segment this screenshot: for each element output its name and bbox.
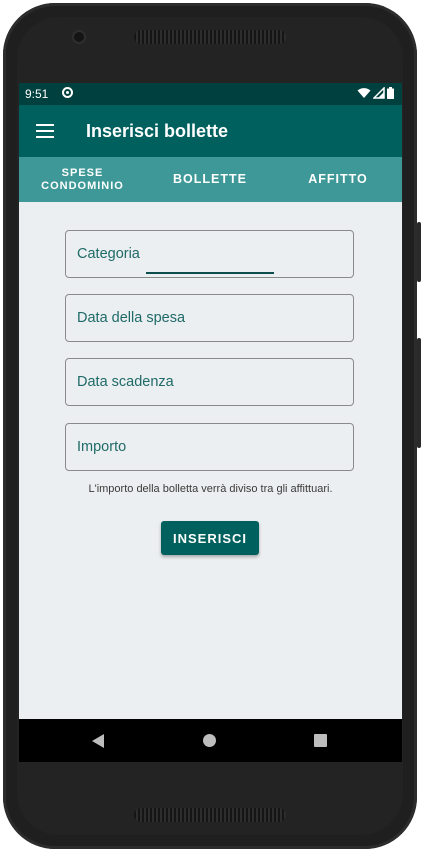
- hamburger-menu-icon[interactable]: [36, 124, 54, 138]
- front-camera: [74, 32, 84, 42]
- submit-button[interactable]: INSERISCI: [161, 521, 259, 555]
- tab-label-line1: SPESE: [61, 166, 104, 179]
- power-button: [417, 222, 421, 282]
- top-speaker: [134, 30, 286, 44]
- due-date-input[interactable]: [66, 359, 353, 405]
- back-icon[interactable]: [92, 734, 104, 748]
- due-date-field: [65, 358, 354, 406]
- tab-spese-condominio[interactable]: SPESE CONDOMINIO: [19, 157, 146, 202]
- recents-icon[interactable]: [314, 734, 327, 747]
- signal-icon: [373, 87, 385, 99]
- app-bar: Inserisci bollette: [19, 105, 402, 157]
- amount-field: [65, 423, 354, 471]
- status-icons: [357, 87, 394, 99]
- navigation-bar: [19, 719, 402, 762]
- wifi-icon: [357, 88, 371, 98]
- tab-label: AFFITTO: [308, 172, 368, 186]
- sync-icon: [62, 87, 73, 98]
- battery-icon: [387, 87, 394, 99]
- home-icon[interactable]: [203, 734, 216, 747]
- tab-bar: SPESE CONDOMINIO BOLLETTE AFFITTO: [19, 157, 402, 274]
- tab-affitto[interactable]: AFFITTO: [274, 157, 402, 202]
- tab-label: BOLLETTE: [173, 172, 247, 186]
- tab-label-line2: CONDOMINIO: [41, 179, 124, 192]
- status-bar: 9:51: [19, 83, 402, 105]
- tab-bollette[interactable]: BOLLETTE: [146, 157, 274, 202]
- amount-input[interactable]: [66, 424, 353, 470]
- expense-date-input[interactable]: [66, 295, 353, 341]
- volume-button: [417, 338, 421, 448]
- page-title: Inserisci bollette: [86, 121, 229, 141]
- helper-text: L'importo della bolletta verrà diviso tr…: [88, 483, 333, 495]
- screen: 9:51 Inserisci bollette SPESE CONDOMINIO…: [19, 83, 402, 762]
- bottom-speaker: [134, 808, 286, 822]
- category-input[interactable]: [66, 231, 353, 277]
- expense-date-field: [65, 294, 354, 342]
- status-time: 9:51: [25, 87, 49, 101]
- category-field: [65, 230, 354, 278]
